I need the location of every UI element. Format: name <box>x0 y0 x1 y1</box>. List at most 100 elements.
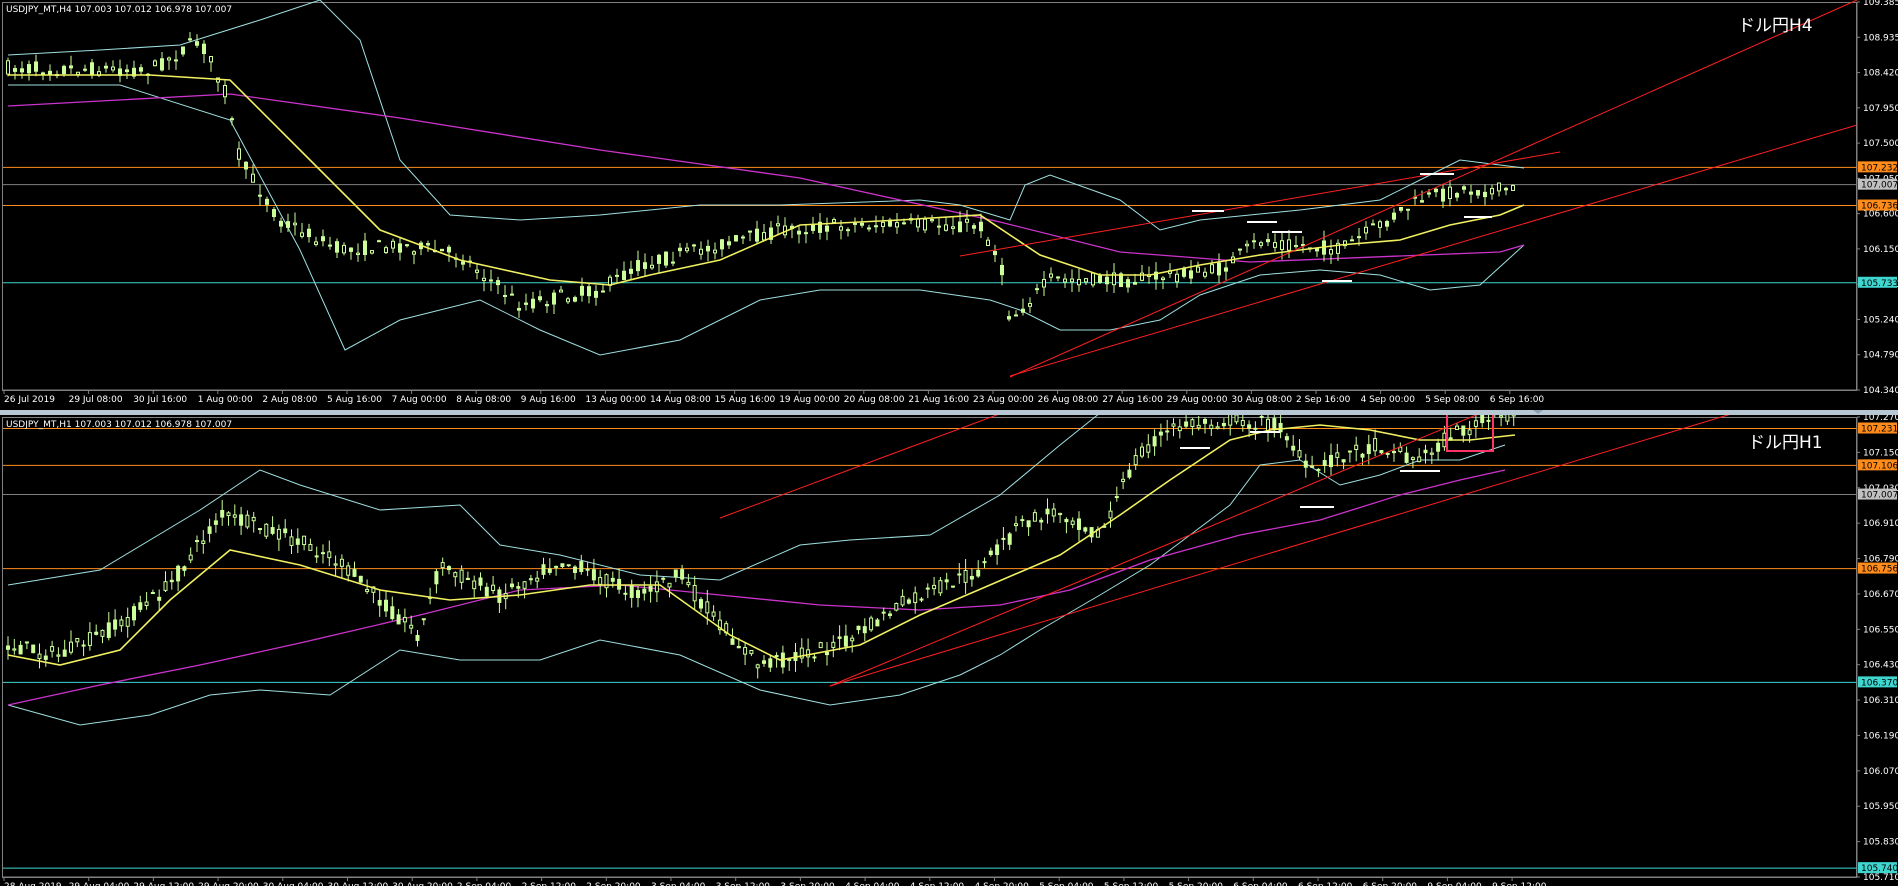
candle <box>573 297 577 302</box>
chart-overlay-label: ドル円H4 <box>1738 16 1813 36</box>
candle <box>881 611 886 614</box>
candle <box>384 599 388 612</box>
candle <box>119 619 124 627</box>
candle <box>1252 240 1256 243</box>
h1-chart-pane[interactable]: USDJPY_MT,H1 107.003 107.012 106.978 107… <box>0 415 1898 886</box>
candle <box>1020 519 1025 522</box>
candle <box>138 602 143 610</box>
candle <box>685 247 689 252</box>
candle <box>1000 264 1004 276</box>
candle <box>657 254 661 264</box>
candle <box>1497 182 1501 192</box>
time-tick-label: 6 Sep 16:00 <box>1490 395 1545 405</box>
candle <box>1210 264 1214 274</box>
candle <box>587 286 591 297</box>
price-tick-label: 105.710 <box>1863 873 1898 883</box>
candle <box>1238 248 1242 251</box>
candle <box>308 543 313 551</box>
candle <box>1499 415 1504 418</box>
candle <box>289 536 294 546</box>
candle <box>979 221 983 232</box>
candle <box>1272 418 1277 431</box>
candle <box>594 290 598 298</box>
h4-chart-pane[interactable]: USDJPY_MT,H4 107.003 107.012 106.978 107… <box>0 0 1898 410</box>
candle <box>1504 187 1508 191</box>
candle <box>622 270 626 281</box>
time-tick-label: 4 Sep 00:00 <box>1361 395 1416 405</box>
candle <box>1098 275 1102 283</box>
candle <box>743 647 748 655</box>
candle <box>831 641 836 648</box>
candle <box>223 85 227 98</box>
candle <box>363 240 367 256</box>
plot-frame <box>2 2 1857 391</box>
candle <box>1209 424 1214 430</box>
candle <box>6 645 10 650</box>
candle <box>321 552 325 555</box>
time-tick-label: 3 Sep 04:00 <box>651 882 706 886</box>
candle <box>1007 316 1011 320</box>
bollinger-upper-band <box>7 415 1505 586</box>
candle <box>1158 431 1163 436</box>
candle <box>1455 193 1459 198</box>
candle <box>83 68 87 71</box>
candle <box>1410 457 1415 461</box>
h4-chart-canvas[interactable]: USDJPY_MT,H4 107.003 107.012 106.978 107… <box>0 0 1898 410</box>
time-tick-label: 26 Aug 08:00 <box>1038 395 1099 405</box>
candle <box>1152 436 1157 447</box>
candle <box>279 220 283 227</box>
candle <box>661 577 666 580</box>
time-tick-label: 3 Sep 12:00 <box>716 882 771 886</box>
candle <box>850 637 855 642</box>
candle <box>1253 427 1258 430</box>
price-tick-label: 107.150 <box>1863 448 1898 458</box>
price-tick-label: 106.190 <box>1863 731 1898 741</box>
candle <box>1049 273 1053 278</box>
time-tick-label: 27 Aug 16:00 <box>1102 395 1163 405</box>
candle <box>1406 208 1410 211</box>
candle <box>1215 426 1220 429</box>
price-tick-label: 106.550 <box>1863 625 1898 635</box>
candle <box>405 244 409 247</box>
candle <box>881 221 885 227</box>
candle <box>1203 271 1207 277</box>
candle <box>111 66 115 71</box>
candle <box>1042 278 1046 288</box>
candle <box>18 644 23 655</box>
candle <box>629 268 633 274</box>
candle <box>762 232 766 241</box>
candle <box>94 631 99 635</box>
candle <box>1483 191 1487 198</box>
candle <box>384 247 388 254</box>
candle <box>43 655 48 660</box>
candle <box>1063 278 1067 283</box>
price-tag-label: 105.740 <box>1861 864 1898 874</box>
h1-chart-canvas[interactable]: USDJPY_MT,H1 107.003 107.012 106.978 107… <box>0 415 1898 886</box>
candle <box>503 295 507 298</box>
candle <box>104 65 108 69</box>
candle <box>283 528 288 534</box>
time-tick-label: 5 Sep 08:00 <box>1425 395 1480 405</box>
price-tick-label: 104.340 <box>1863 386 1898 396</box>
candle <box>585 568 590 571</box>
candle <box>69 641 73 653</box>
candle <box>1014 523 1018 527</box>
candle <box>1379 450 1384 454</box>
candle <box>195 540 199 543</box>
bollinger-lower-band <box>7 444 1506 726</box>
candle <box>447 566 451 571</box>
candle <box>1221 422 1226 427</box>
candle <box>1291 445 1296 451</box>
candle <box>510 583 514 588</box>
candle <box>1280 240 1284 251</box>
chart-title: USDJPY_MT,H1 107.003 107.012 106.978 107… <box>6 420 232 430</box>
candle <box>869 617 874 631</box>
time-tick-label: 29 Aug 20:00 <box>198 882 259 886</box>
price-tag-label: 107.231 <box>1861 425 1898 435</box>
candle <box>1398 446 1403 452</box>
candle <box>554 565 559 568</box>
price-tick-label: 108.935 <box>1863 33 1898 43</box>
candle <box>680 569 685 580</box>
candle <box>1051 508 1056 517</box>
price-tick-label: 106.910 <box>1863 519 1898 529</box>
